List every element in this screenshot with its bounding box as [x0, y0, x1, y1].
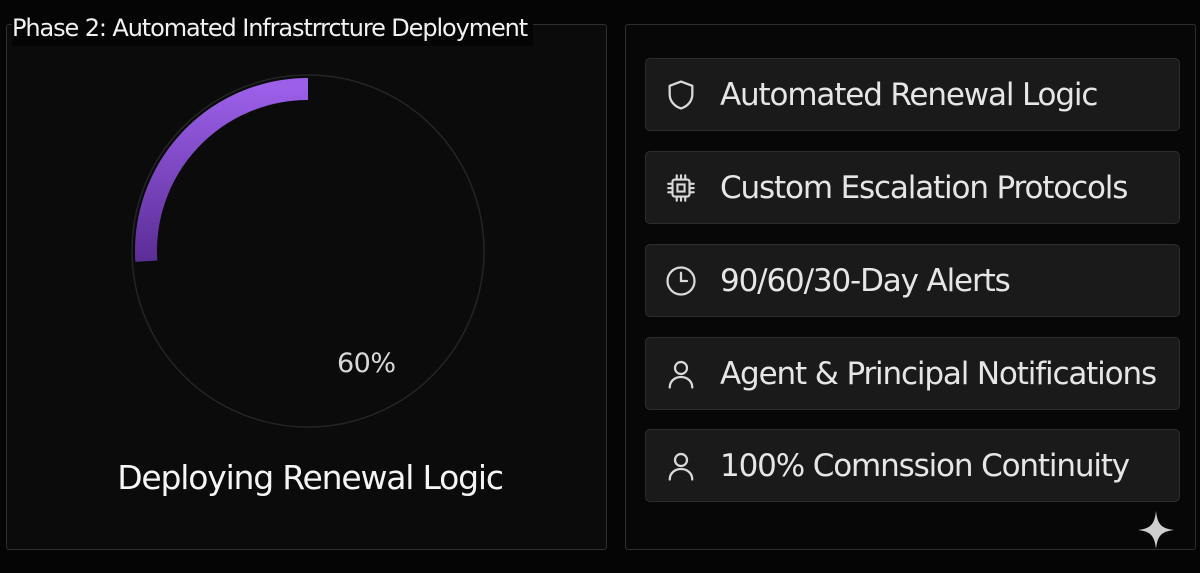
sparkle-icon	[1137, 510, 1175, 550]
progress-ring-track	[131, 74, 485, 428]
progress-ring-graphic	[131, 74, 485, 428]
progress-percent: 60%	[337, 348, 396, 379]
progress-status: Deploying Renewal Logic	[117, 458, 504, 497]
feature-label: 90/60/30-Day Alerts	[720, 262, 1011, 299]
progress-ring	[125, 68, 491, 434]
feature-label: 100% Comnssion Continuity	[720, 447, 1130, 484]
shield-icon	[662, 76, 700, 114]
user-icon	[662, 355, 700, 393]
feature-item-renewal-logic[interactable]: Automated Renewal Logic	[645, 58, 1180, 131]
feature-label: Automated Renewal Logic	[720, 76, 1098, 113]
feature-item-agent-notifications[interactable]: Agent & Principal Notifications	[645, 337, 1180, 410]
phase-title: Phase 2: Automated Infrastrrcture Deploy…	[12, 10, 534, 46]
user-icon	[662, 447, 700, 485]
clock-icon	[662, 262, 700, 300]
progress-ring-arc	[135, 78, 309, 262]
feature-item-day-alerts[interactable]: 90/60/30-Day Alerts	[645, 244, 1180, 317]
feature-label: Agent & Principal Notifications	[720, 355, 1157, 392]
feature-item-commission-continuity[interactable]: 100% Comnssion Continuity	[645, 429, 1180, 502]
feature-item-escalation-protocols[interactable]: Custom Escalation Protocols	[645, 151, 1180, 224]
feature-label: Custom Escalation Protocols	[720, 169, 1128, 206]
chip-icon	[662, 169, 700, 207]
